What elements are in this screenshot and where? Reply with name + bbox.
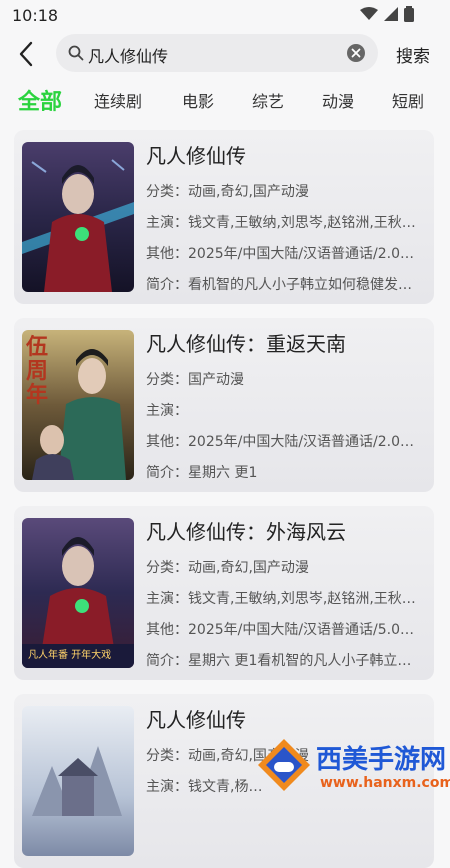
genre-value: 动画,奇幻,国产动漫	[188, 184, 309, 200]
tab-movies[interactable]: 电影	[182, 88, 214, 112]
other-row: 其他：2025年/中国大陆/汉语普通话/5.0…	[146, 615, 426, 646]
category-tabs: 全部 连续剧 电影 综艺 动漫 短剧	[0, 84, 450, 116]
status-time: 10:18	[12, 6, 59, 25]
poster-image	[22, 142, 134, 292]
intro-label: 简介：	[146, 653, 188, 669]
genre-value: 国产动漫	[188, 372, 244, 388]
other-label: 其他：	[146, 246, 188, 262]
intro-value: 星期六 更1看机智的凡人小子韩立…	[188, 653, 412, 669]
result-title: 凡人修仙传	[146, 144, 246, 168]
clear-icon[interactable]	[346, 43, 366, 63]
result-card[interactable]: 凡人修仙传 分类：动画,奇幻,国产动漫 主演：钱文青,王敏纳,刘思岑,赵铭洲,王…	[14, 130, 434, 304]
tab-short-drama[interactable]: 短剧	[392, 88, 424, 112]
watermark-name: 西美手游网	[316, 745, 447, 775]
other-value: 2025年/中国大陆/汉语普通话/2.0…	[188, 434, 415, 450]
status-icons	[360, 6, 414, 22]
watermark-url: www.hanxm.com	[320, 775, 450, 791]
poster-image: 伍周年	[22, 330, 134, 480]
other-value: 2025年/中国大陆/汉语普通话/2.0…	[188, 246, 415, 262]
intro-label: 简介：	[146, 277, 188, 293]
cast-value: 钱文青,王敏纳,刘思岑,赵铭洲,王秋…	[188, 215, 416, 231]
genre-label: 分类：	[146, 560, 188, 576]
poster-image	[22, 706, 134, 856]
cast-value: 钱文青,王敏纳,刘思岑,赵铭洲,王秋…	[188, 591, 416, 607]
tab-series[interactable]: 连续剧	[94, 88, 142, 112]
search-button[interactable]: 搜索	[396, 42, 430, 67]
genre-row: 分类：动画,奇幻,国产动漫	[146, 177, 426, 208]
intro-value: 看机智的凡人小子韩立如何稳健发…	[188, 277, 412, 293]
search-icon	[68, 45, 84, 61]
search-query[interactable]: 凡人修仙传	[88, 43, 168, 67]
cast-label: 主演：	[146, 403, 188, 419]
result-card[interactable]: 伍周年 凡人修仙传：重返天南 分类：国产动漫 主演： 其他：2025年/中国大陆…	[14, 318, 434, 492]
watermark-logo: 西美手游网 www.hanxm.com	[254, 735, 450, 797]
search-header: 凡人修仙传 搜索	[0, 34, 450, 74]
tab-variety[interactable]: 综艺	[252, 88, 284, 112]
cast-label: 主演：	[146, 591, 188, 607]
other-label: 其他：	[146, 434, 188, 450]
other-value: 2025年/中国大陆/汉语普通话/5.0…	[188, 622, 415, 638]
other-label: 其他：	[146, 622, 188, 638]
cast-value: 钱文青,杨…	[188, 779, 263, 795]
intro-row: 简介：看机智的凡人小子韩立如何稳健发…	[146, 270, 426, 301]
gamepad-icon	[258, 739, 310, 791]
poster-text: 凡人年番 开年大戏	[28, 650, 112, 661]
result-title: 凡人修仙传：重返天南	[146, 332, 346, 356]
other-row: 其他：2025年/中国大陆/汉语普通话/2.0…	[146, 239, 426, 270]
cast-row: 主演：	[146, 396, 426, 427]
genre-label: 分类：	[146, 184, 188, 200]
back-arrow-icon[interactable]	[14, 40, 38, 68]
cast-row: 主演：钱文青,王敏纳,刘思岑,赵铭洲,王秋…	[146, 208, 426, 239]
genre-label: 分类：	[146, 748, 188, 764]
genre-value: 动画,奇幻,国产动漫	[188, 560, 309, 576]
cast-label: 主演：	[146, 215, 188, 231]
intro-value: 星期六 更1	[188, 465, 258, 481]
result-title: 凡人修仙传：外海风云	[146, 520, 346, 544]
cast-row: 主演：钱文青,王敏纳,刘思岑,赵铭洲,王秋…	[146, 584, 426, 615]
signal-icon	[384, 7, 398, 21]
intro-label: 简介：	[146, 465, 188, 481]
genre-row: 分类：国产动漫	[146, 365, 426, 396]
tab-all[interactable]: 全部	[18, 84, 62, 116]
tab-anime[interactable]: 动漫	[322, 88, 354, 112]
genre-label: 分类：	[146, 372, 188, 388]
other-row: 其他：2025年/中国大陆/汉语普通话/2.0…	[146, 427, 426, 458]
cast-label: 主演：	[146, 779, 188, 795]
genre-row: 分类：动画,奇幻,国产动漫	[146, 553, 426, 584]
intro-row: 简介：星期六 更1看机智的凡人小子韩立…	[146, 646, 426, 677]
battery-icon	[404, 6, 414, 22]
search-input[interactable]: 凡人修仙传	[56, 34, 378, 72]
result-title: 凡人修仙传	[146, 708, 246, 732]
wifi-icon	[360, 7, 378, 20]
result-card[interactable]: 凡人年番 开年大戏 凡人修仙传：外海风云 分类：动画,奇幻,国产动漫 主演：钱文…	[14, 506, 434, 680]
poster-text: 伍周年	[26, 335, 49, 408]
intro-row: 简介：星期六 更1	[146, 458, 426, 489]
status-bar: 10:18	[0, 0, 450, 32]
poster-image: 凡人年番 开年大戏	[22, 518, 134, 668]
